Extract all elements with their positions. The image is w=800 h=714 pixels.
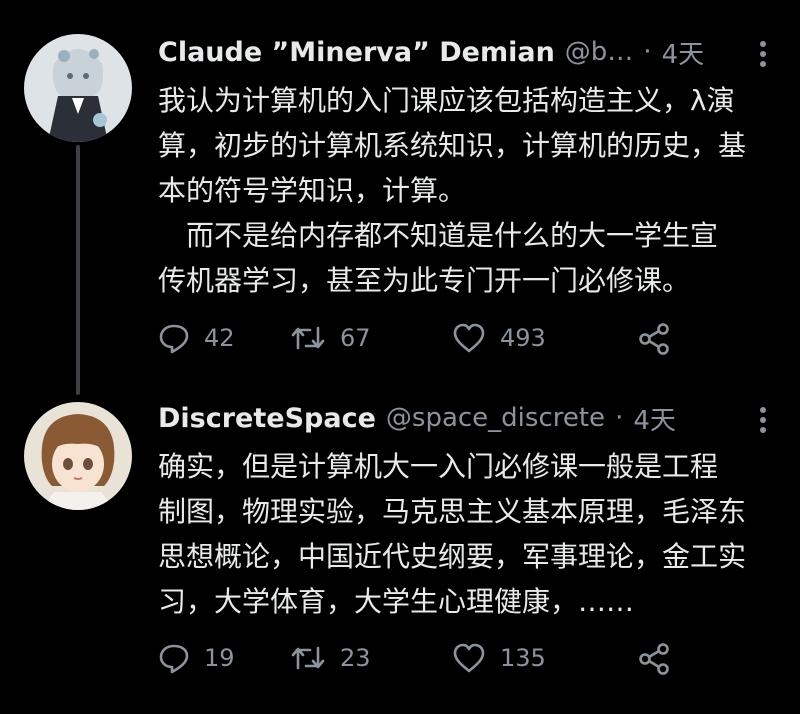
retweet-icon: [291, 326, 325, 350]
display-name[interactable]: Claude ”Minerva” Demian: [158, 37, 555, 68]
more-icon: [760, 407, 766, 433]
reply-button[interactable]: 19: [158, 642, 248, 674]
retweet-button[interactable]: 67: [290, 322, 410, 354]
display-name[interactable]: DiscreteSpace: [158, 403, 376, 434]
tweet-actions: 19 23 135: [158, 638, 614, 678]
separator-dot: ·: [615, 403, 624, 433]
more-options-button[interactable]: [758, 40, 768, 72]
reply-count: 42: [204, 324, 235, 352]
tweet-text-line: 习，大学体育，大学生心理健康，……: [158, 585, 635, 618]
timestamp[interactable]: 4天: [633, 400, 676, 437]
retweet-icon: [291, 646, 325, 670]
tweet-text-line: 本的符号学知识，计算。: [158, 174, 467, 207]
like-count: 493: [500, 324, 546, 352]
user-handle[interactable]: @space_discrete: [386, 403, 605, 433]
more-icon: [760, 41, 766, 67]
tweet-text-line: 思想概论，中国近代史纲要，军事理论，金工实: [158, 540, 747, 573]
retweet-count: 23: [340, 644, 371, 672]
separator-dot: ·: [643, 37, 652, 67]
tweet-header: DiscreteSpace @space_discrete · 4天: [158, 398, 768, 438]
avatar-anime-girl-image: [24, 402, 132, 510]
timestamp[interactable]: 4天: [662, 34, 705, 71]
tweet-text-line: 传机器学习，甚至为此专门开一门必修课。: [158, 264, 691, 297]
tweet-text-line: 确实，但是计算机大一入门必修课一般是工程: [158, 450, 719, 483]
user-handle[interactable]: @b…: [565, 37, 634, 67]
retweet-button[interactable]: 23: [290, 642, 410, 674]
reply-icon: [159, 644, 189, 674]
like-button[interactable]: 493: [452, 322, 572, 354]
like-count: 135: [500, 644, 546, 672]
reply-icon: [159, 324, 189, 354]
heart-icon: [453, 643, 485, 673]
reply-button[interactable]: 42: [158, 322, 248, 354]
tweet-text: 我认为计算机的入门课应该包括构造主义，λ演 算，初步的计算机系统知识，计算机的历…: [158, 78, 768, 303]
tweet-text-line: 算，初步的计算机系统知识，计算机的历史，基: [158, 129, 747, 162]
tweet-actions: 42 67 493: [158, 318, 614, 358]
thread-connector-line: [76, 145, 80, 395]
avatar[interactable]: [24, 402, 132, 510]
like-button[interactable]: 135: [452, 642, 572, 674]
tweet-text-line: 我认为计算机的入门课应该包括构造主义，λ演: [158, 84, 735, 117]
retweet-count: 67: [340, 324, 371, 352]
tweet-header: Claude ”Minerva” Demian @b… · 4天: [158, 32, 768, 72]
tweet-text-line: 而不是给内存都不知道是什么的大一学生宣: [158, 219, 719, 252]
share-icon: [639, 643, 669, 675]
share-icon: [639, 323, 669, 355]
tweet-text-line: 制图，物理实验，马克思主义基本原理，毛泽东: [158, 495, 747, 528]
avatar-anime-girl-image: [24, 34, 132, 142]
share-button[interactable]: [638, 642, 672, 680]
tweet-text: 确实，但是计算机大一入门必修课一般是工程 制图，物理实验，马克思主义基本原理，毛…: [158, 444, 768, 624]
heart-icon: [453, 323, 485, 353]
share-button[interactable]: [638, 322, 672, 360]
more-options-button[interactable]: [758, 406, 768, 438]
avatar[interactable]: [24, 34, 132, 142]
reply-count: 19: [204, 644, 235, 672]
